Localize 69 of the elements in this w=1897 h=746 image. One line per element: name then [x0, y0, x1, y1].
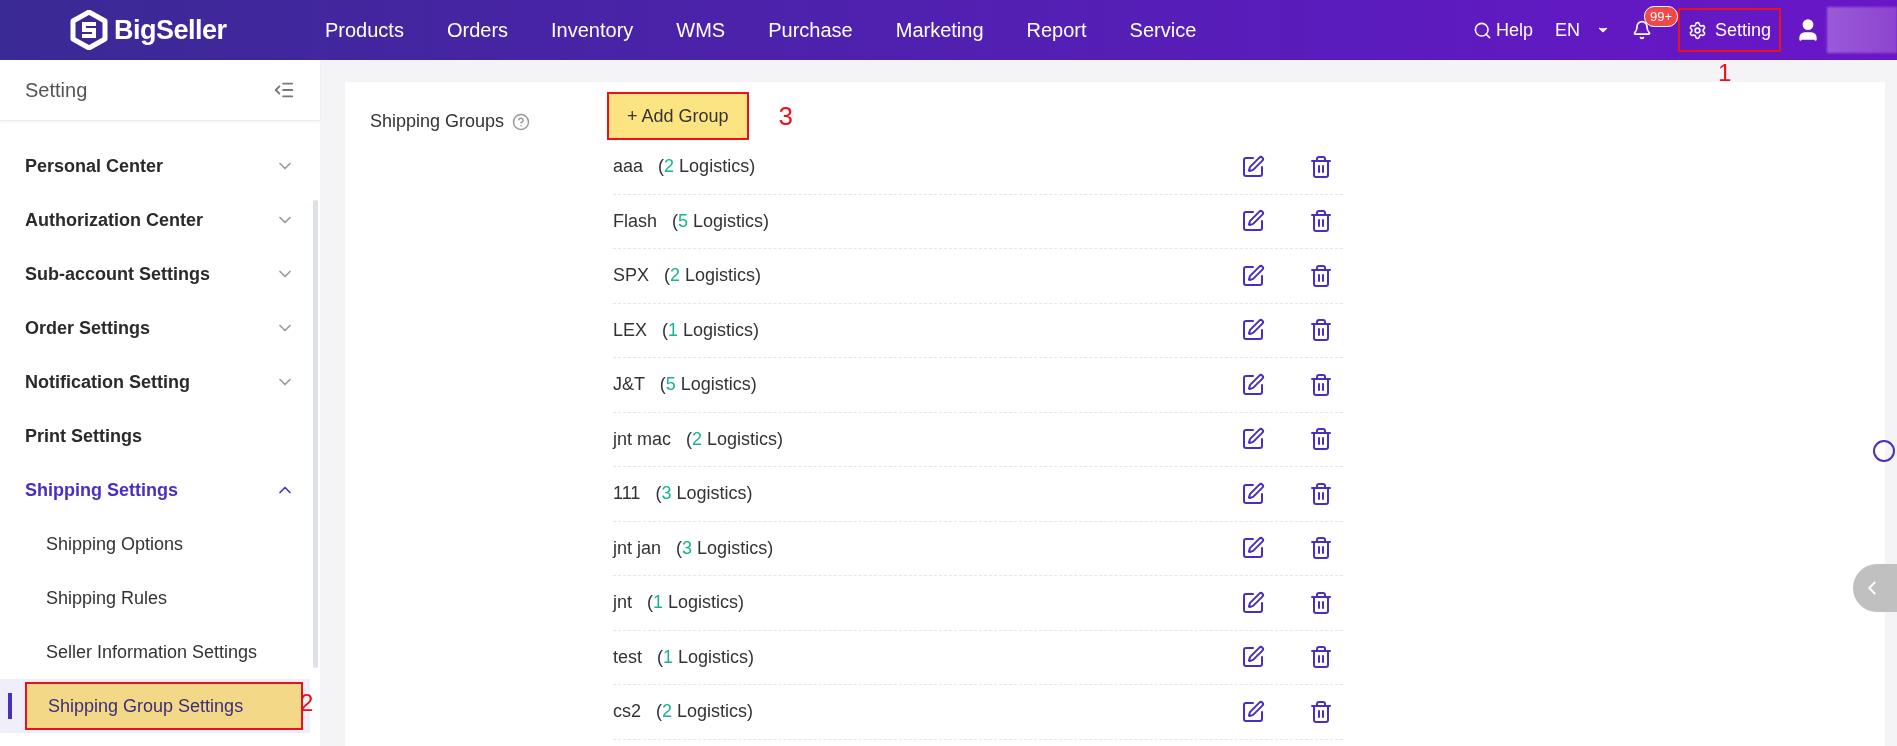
delete-icon[interactable] [1309, 536, 1333, 561]
edit-icon[interactable] [1241, 263, 1265, 288]
nav-link[interactable]: Products [325, 18, 404, 42]
sidebar-title: Setting [25, 78, 88, 102]
language-selector[interactable]: EN [1554, 19, 1610, 41]
logo-text: BigSeller [114, 14, 227, 46]
bell-icon[interactable] [1631, 20, 1652, 40]
annotation-number: 3 [778, 100, 794, 132]
edit-icon[interactable] [1241, 427, 1265, 452]
nav-link[interactable]: Marketing [895, 18, 984, 42]
delete-icon[interactable] [1309, 427, 1333, 452]
setting-button[interactable]: Setting [1677, 8, 1781, 52]
sidebar-item[interactable]: Notification Setting [0, 355, 320, 409]
help-link[interactable]: Help [1472, 19, 1533, 41]
group-name: jnt (1 Logistics) [613, 592, 745, 614]
add-group-button[interactable]: + Add Group [607, 92, 749, 140]
group-name: Flash (5 Logistics) [613, 210, 770, 232]
sidebar-subitem[interactable]: Seller Information Settings [25, 641, 258, 663]
sidebar-subitem[interactable]: Shipping Group Settings [25, 682, 303, 730]
edit-icon[interactable] [1241, 481, 1265, 506]
edit-icon[interactable] [1241, 154, 1265, 179]
settings-icon [1687, 20, 1707, 40]
edit-icon[interactable] [1241, 536, 1265, 561]
annotation-number: 1 [1717, 60, 1732, 86]
delete-icon[interactable] [1309, 372, 1333, 397]
circle-icon [1873, 440, 1895, 462]
delete-icon[interactable] [1309, 209, 1333, 234]
group-name: jnt jan (3 Logistics) [613, 537, 774, 559]
logo-icon [70, 10, 108, 50]
group-name: jnt mac (2 Logistics) [613, 428, 784, 450]
group-name: aaa (2 Logistics) [613, 156, 756, 178]
group-name: test (1 Logistics) [613, 646, 755, 668]
delete-icon[interactable] [1309, 481, 1333, 506]
delete-icon[interactable] [1309, 263, 1333, 288]
notification-badge: 99+ [1643, 6, 1678, 27]
nav-link[interactable]: Orders [446, 18, 509, 42]
group-name: SPX (2 Logistics) [613, 265, 762, 287]
delete-icon[interactable] [1309, 318, 1333, 343]
group-name: LEX (1 Logistics) [613, 319, 760, 341]
sidebar-subitem[interactable]: Shipping Options [25, 533, 184, 555]
group-name: 111 (3 Logistics) [613, 483, 753, 505]
nav-link[interactable]: Purchase [768, 18, 853, 42]
edit-icon[interactable] [1241, 699, 1265, 724]
sidebar-item[interactable]: Shipping Settings [0, 463, 320, 517]
edit-icon[interactable] [1241, 590, 1265, 615]
delete-icon[interactable] [1309, 154, 1333, 179]
edit-icon[interactable] [1241, 209, 1265, 234]
nav-link[interactable]: Inventory [551, 18, 634, 42]
edit-icon[interactable] [1241, 645, 1265, 670]
sidebar-item[interactable]: Sub-account Settings [0, 247, 320, 301]
sidebar-item[interactable]: Authorization Center [0, 193, 320, 247]
section-label: Shipping Groups [370, 111, 505, 132]
delete-icon[interactable] [1309, 699, 1333, 724]
search-icon [1472, 20, 1492, 40]
sidebar-item[interactable]: Print Settings [0, 409, 320, 463]
help-icon[interactable] [512, 113, 531, 131]
group-name: cs2 (2 Logistics) [613, 701, 754, 723]
sidebar-item[interactable]: Order Settings [0, 301, 320, 355]
delete-icon[interactable] [1309, 645, 1333, 670]
nav-link[interactable]: WMS [676, 18, 726, 42]
blurred-avatar [1827, 7, 1897, 53]
group-name: J&T (5 Logistics) [613, 374, 757, 396]
sidebar-subitem[interactable]: Shipping Rules [25, 587, 168, 609]
edit-icon[interactable] [1241, 372, 1265, 397]
edit-icon[interactable] [1241, 318, 1265, 343]
nav-link[interactable]: Service [1129, 18, 1197, 42]
delete-icon[interactable] [1309, 590, 1333, 615]
nav-link[interactable]: Report [1026, 18, 1087, 42]
sidebar-item[interactable]: Personal Center [0, 139, 320, 193]
